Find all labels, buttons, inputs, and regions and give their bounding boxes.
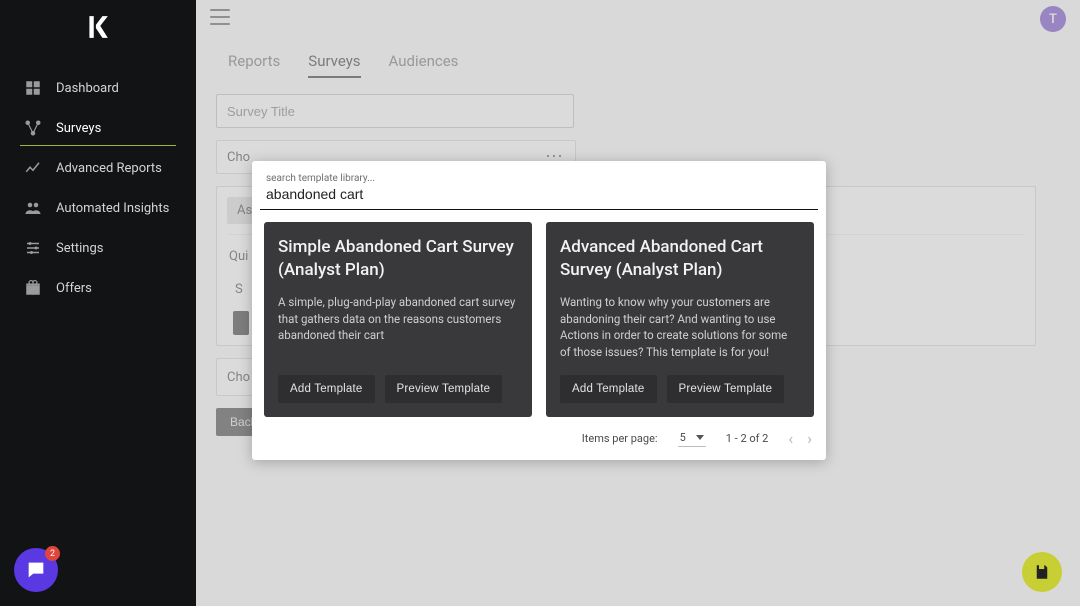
sidebar-item-offers[interactable]: Offers	[0, 268, 196, 308]
template-search[interactable]: search template library...	[260, 169, 818, 210]
save-fab[interactable]	[1022, 552, 1062, 592]
chat-button[interactable]: 2	[14, 548, 58, 592]
group-icon	[24, 199, 42, 217]
template-card: Simple Abandoned Cart Survey (Analyst Pl…	[264, 222, 532, 417]
sidebar-item-label: Advanced Reports	[56, 161, 162, 176]
template-search-input[interactable]	[266, 184, 812, 202]
sidebar-item-dashboard[interactable]: Dashboard	[0, 68, 196, 108]
page-next[interactable]: ›	[807, 429, 812, 448]
preview-template-button[interactable]: Preview Template	[385, 375, 503, 403]
sidebar: Dashboard Surveys Advanced Reports Autom…	[0, 0, 196, 606]
items-per-page-value: 5	[680, 431, 686, 444]
page-range: 1 - 2 of 2	[726, 432, 769, 445]
template-title: Advanced Abandoned Cart Survey (Analyst …	[560, 236, 800, 282]
chat-badge: 2	[45, 546, 60, 561]
template-title: Simple Abandoned Cart Survey (Analyst Pl…	[278, 236, 518, 282]
gift-icon	[24, 279, 42, 297]
pager: Items per page: 5 1 - 2 of 2 ‹ ›	[260, 417, 818, 452]
nodes-icon	[24, 119, 42, 137]
items-per-page-select[interactable]: 5	[678, 429, 706, 447]
template-desc: A simple, plug-and-play abandoned cart s…	[278, 294, 518, 344]
sidebar-item-automated-insights[interactable]: Automated Insights	[0, 188, 196, 228]
grid-icon	[24, 79, 42, 97]
sidebar-item-advanced-reports[interactable]: Advanced Reports	[0, 148, 196, 188]
search-label: search template library...	[266, 173, 812, 184]
template-card: Advanced Abandoned Cart Survey (Analyst …	[546, 222, 814, 417]
add-template-button[interactable]: Add Template	[278, 375, 375, 403]
sidebar-item-label: Settings	[56, 241, 103, 256]
template-library-modal: search template library... Simple Abando…	[252, 161, 826, 460]
items-per-page-label: Items per page:	[582, 432, 658, 445]
sidebar-item-label: Surveys	[56, 121, 101, 136]
preview-template-button[interactable]: Preview Template	[667, 375, 785, 403]
page-prev[interactable]: ‹	[788, 429, 793, 448]
add-template-button[interactable]: Add Template	[560, 375, 657, 403]
sidebar-item-label: Dashboard	[56, 81, 119, 96]
app-logo	[84, 14, 110, 40]
chevron-down-icon	[696, 435, 704, 440]
sidebar-item-label: Automated Insights	[56, 201, 169, 216]
sidebar-nav: Dashboard Surveys Advanced Reports Autom…	[0, 68, 196, 308]
template-desc: Wanting to know why your customers are a…	[560, 294, 800, 361]
sidebar-item-settings[interactable]: Settings	[0, 228, 196, 268]
sidebar-item-label: Offers	[56, 281, 92, 296]
sliders-icon	[24, 239, 42, 257]
sidebar-item-surveys[interactable]: Surveys	[0, 108, 196, 148]
chart-icon	[24, 159, 42, 177]
